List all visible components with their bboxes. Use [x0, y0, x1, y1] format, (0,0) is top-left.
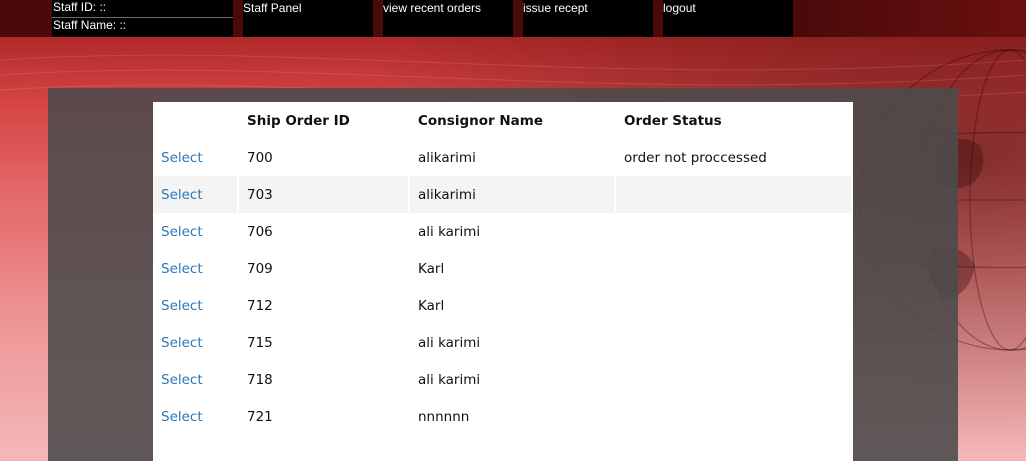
- orders-table: Ship Order ID Consignor Name Order Statu…: [153, 102, 853, 435]
- order-status-cell: order not proccessed: [624, 149, 767, 166]
- ship-order-id-cell: 718: [247, 371, 273, 388]
- table-row: Select 703 alikarimi: [153, 176, 853, 213]
- table-row: Select 721 nnnnnn: [153, 398, 853, 435]
- consignor-name-cell: ali karimi: [418, 334, 481, 351]
- table-row: Select 709 Karl: [153, 250, 853, 287]
- order-status-cell: [616, 361, 853, 398]
- staff-info-box: Staff ID: :: Staff Name: ::: [52, 0, 233, 37]
- column-header-action: [153, 102, 239, 139]
- select-link[interactable]: Select: [161, 298, 203, 314]
- order-status-cell: [616, 213, 853, 250]
- select-link[interactable]: Select: [161, 261, 203, 277]
- consignor-name-cell: nnnnnn: [418, 408, 470, 425]
- consignor-name-cell: Karl: [418, 260, 445, 277]
- select-link[interactable]: Select: [161, 335, 203, 351]
- nav-view-recent-orders[interactable]: view recent orders: [383, 0, 513, 37]
- ship-order-id-cell: 700: [247, 149, 273, 166]
- consignor-name-cell: ali karimi: [418, 223, 481, 240]
- column-header-ship-order-id: Ship Order ID: [247, 112, 350, 129]
- staff-id-label: Staff ID: ::: [52, 0, 233, 18]
- select-link[interactable]: Select: [161, 150, 203, 166]
- nav-issue-recept[interactable]: issue recept: [523, 0, 653, 37]
- table-row: Select 700 alikarimi order not proccesse…: [153, 139, 853, 176]
- consignor-name-cell: Karl: [418, 297, 445, 314]
- ship-order-id-cell: 706: [247, 223, 273, 240]
- ship-order-id-cell: 715: [247, 334, 273, 351]
- table-row: Select 718 ali karimi: [153, 361, 853, 398]
- order-status-cell: [616, 398, 853, 435]
- select-link[interactable]: Select: [161, 187, 203, 203]
- column-header-order-status: Order Status: [624, 112, 722, 129]
- order-status-cell: [616, 250, 853, 287]
- order-status-cell: [616, 324, 853, 361]
- consignor-name-cell: ali karimi: [418, 371, 481, 388]
- table-row: Select 706 ali karimi: [153, 213, 853, 250]
- table-header-row: Ship Order ID Consignor Name Order Statu…: [153, 102, 853, 139]
- select-link[interactable]: Select: [161, 372, 203, 388]
- select-link[interactable]: Select: [161, 224, 203, 240]
- consignor-name-cell: alikarimi: [418, 149, 476, 166]
- ship-order-id-cell: 721: [247, 408, 273, 425]
- nav-staff-panel[interactable]: Staff Panel: [243, 0, 373, 37]
- order-status-cell: [616, 176, 853, 213]
- nav-logout[interactable]: logout: [663, 0, 793, 37]
- ship-order-id-cell: 709: [247, 260, 273, 277]
- column-header-consignor-name: Consignor Name: [418, 112, 543, 129]
- order-status-cell: [616, 287, 853, 324]
- ship-order-id-cell: 703: [239, 176, 410, 213]
- select-link[interactable]: Select: [161, 409, 203, 425]
- staff-name-label: Staff Name: ::: [53, 18, 127, 32]
- ship-order-id-cell: 712: [247, 297, 273, 314]
- table-row: Select 712 Karl: [153, 287, 853, 324]
- table-row: Select 715 ali karimi: [153, 324, 853, 361]
- top-bar-filler: [793, 0, 1026, 37]
- orders-card: Ship Order ID Consignor Name Order Statu…: [153, 102, 853, 461]
- consignor-name-cell: alikarimi: [410, 176, 616, 213]
